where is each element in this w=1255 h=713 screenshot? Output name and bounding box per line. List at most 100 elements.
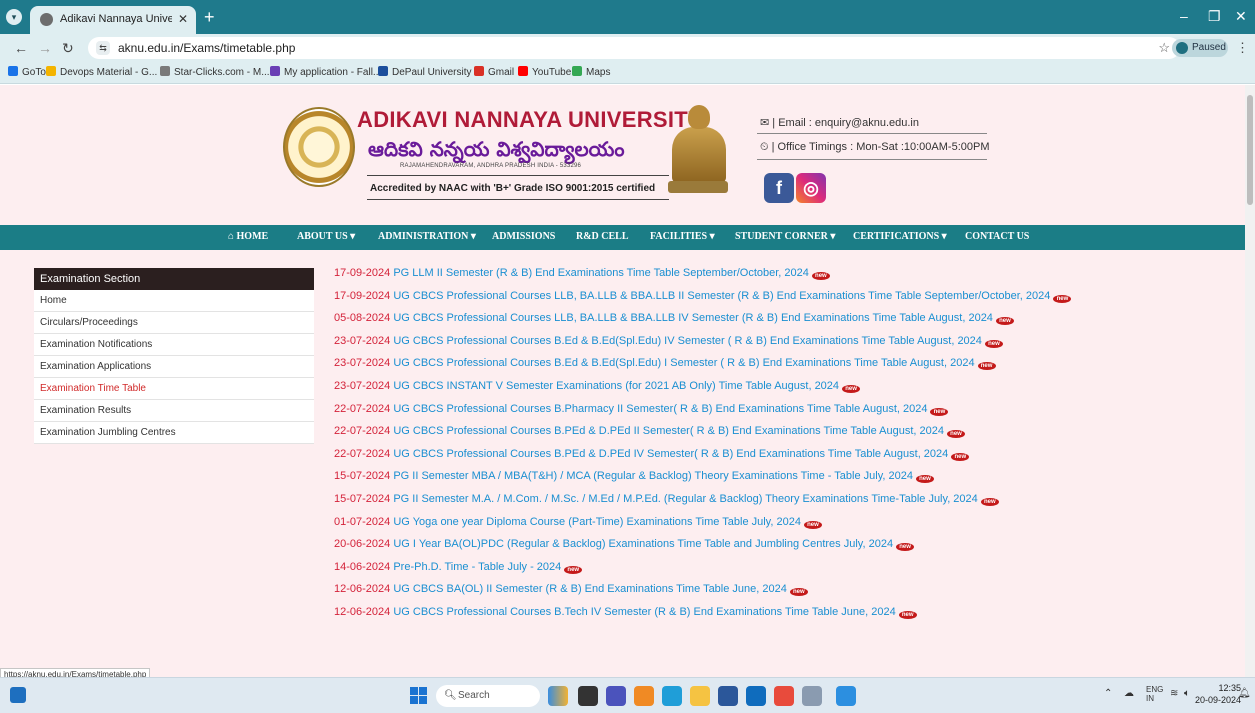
back-icon[interactable]: ← (14, 40, 28, 56)
edge-icon[interactable] (662, 686, 682, 706)
notification-bell-icon[interactable]: 🔔︎ (1238, 688, 1251, 699)
timetable-link[interactable]: UG CBCS Professional Courses B.Ed & B.Ed… (393, 335, 982, 347)
minimize-icon[interactable]: – (1180, 8, 1188, 24)
taskbar-app-icon[interactable] (802, 686, 822, 706)
nav-admissions[interactable]: ADMISSIONS (492, 231, 555, 242)
mail-icon[interactable] (746, 686, 766, 706)
nav-administration[interactable]: ADMINISTRATION ▾ (378, 231, 476, 242)
timetable-link[interactable]: PG II Semester MBA / MBA(T&H) / MCA (Reg… (393, 470, 913, 482)
nav-student-corner[interactable]: STUDENT CORNER ▾ (735, 231, 835, 242)
list-item[interactable]: 23-07-2024 UG CBCS Professional Courses … (334, 335, 1234, 358)
browser-tab[interactable]: Adikavi Nannaya University | Ra ✕ (30, 6, 196, 34)
teams-icon[interactable] (606, 686, 626, 706)
clock-date: 20-09-2024 (1195, 695, 1242, 705)
timetable-link[interactable]: UG CBCS Professional Courses LLB, BA.LLB… (393, 312, 993, 324)
paused-label: Paused (1192, 42, 1226, 53)
forward-icon[interactable]: → (38, 40, 52, 56)
bookmark-youtube[interactable]: YouTube (518, 66, 571, 78)
close-tab-icon[interactable]: ✕ (178, 12, 188, 26)
list-item[interactable]: 22-07-2024 UG CBCS Professional Courses … (334, 425, 1234, 448)
page-scrollbar[interactable] (1245, 85, 1255, 677)
menu-kebab-icon[interactable]: ⋮ (1236, 40, 1249, 56)
timetable-link[interactable]: PG LLM II Semester (R & B) End Examinati… (393, 267, 809, 279)
taskbar-app-icon[interactable] (634, 686, 654, 706)
list-item[interactable]: 17-09-2024 PG LLM II Semester (R & B) En… (334, 267, 1234, 290)
timetable-link[interactable]: UG CBCS Professional Courses B.Tech IV S… (393, 606, 895, 618)
timetable-link[interactable]: UG I Year BA(OL)PDC (Regular & Backlog) … (393, 538, 893, 550)
clock[interactable]: 12:35 20-09-2024 (1195, 682, 1241, 706)
wifi-icon[interactable]: ≋ (1170, 688, 1178, 699)
nav-contact-us[interactable]: CONTACT US (965, 231, 1029, 242)
reload-icon[interactable]: ↻ (62, 40, 74, 57)
bookmark-star-icon[interactable]: ☆ (1158, 40, 1170, 56)
sidebar-item-results[interactable]: Examination Results (34, 400, 314, 422)
timetable-link[interactable]: Pre-Ph.D. Time - Table July - 2024 (393, 561, 561, 573)
nav-rd-cell[interactable]: R&D CELL (576, 231, 629, 242)
bookmark-depaul[interactable]: DePaul University (378, 66, 471, 78)
scrollbar-thumb[interactable] (1247, 95, 1253, 205)
site-favicon-icon (40, 13, 53, 26)
timetable-link[interactable]: UG CBCS Professional Courses B.Ed & B.Ed… (393, 357, 974, 369)
list-item[interactable]: 20-06-2024 UG I Year BA(OL)PDC (Regular … (334, 538, 1234, 561)
store-icon[interactable] (718, 686, 738, 706)
sidebar-item-time-table[interactable]: Examination Time Table (34, 378, 314, 400)
bookmark-application[interactable]: My application - Fall... (270, 66, 381, 78)
sidebar-item-circulars[interactable]: Circulars/Proceedings (34, 312, 314, 334)
timetable-link[interactable]: UG Yoga one year Diploma Course (Part-Ti… (393, 516, 801, 528)
sidebar-item-home[interactable]: Home (34, 290, 314, 312)
timetable-link[interactable]: UG CBCS BA(OL) II Semester (R & B) End E… (393, 583, 787, 595)
instagram-icon[interactable]: ◎ (796, 173, 826, 203)
task-view-icon[interactable] (578, 686, 598, 706)
timetable-link[interactable]: UG CBCS Professional Courses B.PEd & D.P… (393, 448, 948, 460)
list-item[interactable]: 05-08-2024 UG CBCS Professional Courses … (334, 312, 1234, 335)
chevron-up-icon[interactable]: ⌃ (1104, 688, 1112, 699)
language-indicator[interactable]: ENG IN (1146, 685, 1163, 703)
timetable-link[interactable]: PG II Semester M.A. / M.Com. / M.Sc. / M… (393, 493, 977, 505)
profile-paused-button[interactable]: Paused (1172, 39, 1228, 57)
list-item[interactable]: 22-07-2024 UG CBCS Professional Courses … (334, 403, 1234, 426)
site-info-icon[interactable]: ⇆ (96, 41, 110, 55)
bookmark-starclicks[interactable]: Star-Clicks.com - M... (160, 66, 270, 78)
list-item[interactable]: 17-09-2024 UG CBCS Professional Courses … (334, 290, 1234, 313)
timetable-link[interactable]: UG CBCS Professional Courses B.Pharmacy … (393, 403, 927, 415)
onedrive-icon[interactable]: ☁ (1124, 688, 1134, 699)
nav-facilities[interactable]: FACILITIES ▾ (650, 231, 715, 242)
taskbar-search-input[interactable]: 🔍︎ Search (436, 685, 540, 707)
sidebar-item-applications[interactable]: Examination Applications (34, 356, 314, 378)
close-window-icon[interactable]: ✕ (1235, 8, 1247, 25)
bookmark-maps[interactable]: Maps (572, 66, 610, 78)
url-input[interactable]: ⇆ aknu.edu.in/Exams/timetable.php ☆ (88, 37, 1180, 59)
list-item[interactable]: 01-07-2024 UG Yoga one year Diploma Cour… (334, 516, 1234, 539)
bookmark-goto[interactable]: GoTo (8, 66, 46, 78)
bookmark-devops[interactable]: Devops Material - G... (46, 66, 157, 78)
list-item[interactable]: 12-06-2024 UG CBCS Professional Courses … (334, 606, 1234, 629)
list-item[interactable]: 23-07-2024 UG CBCS INSTANT V Semester Ex… (334, 380, 1234, 403)
list-item[interactable]: 22-07-2024 UG CBCS Professional Courses … (334, 448, 1234, 471)
sidebar-item-notifications[interactable]: Examination Notifications (34, 334, 314, 356)
volume-icon[interactable]: 🔈︎ (1184, 688, 1190, 699)
bookmark-gmail[interactable]: Gmail (474, 66, 514, 78)
nav-home[interactable]: ⌂ HOME (228, 231, 268, 242)
chrome-active-icon[interactable] (836, 686, 856, 706)
nav-about-us[interactable]: ABOUT US ▾ (297, 231, 355, 242)
start-menu-icon[interactable] (410, 687, 427, 704)
facebook-icon[interactable]: f (764, 173, 794, 203)
list-item[interactable]: 23-07-2024 UG CBCS Professional Courses … (334, 357, 1234, 380)
taskbar-app-icon[interactable] (548, 686, 568, 706)
list-item[interactable]: 12-06-2024 UG CBCS BA(OL) II Semester (R… (334, 583, 1234, 606)
list-item[interactable]: 15-07-2024 PG II Semester MBA / MBA(T&H)… (334, 470, 1234, 493)
list-item[interactable]: 14-06-2024 Pre-Ph.D. Time - Table July -… (334, 561, 1234, 584)
timetable-link[interactable]: UG CBCS INSTANT V Semester Examinations … (393, 380, 839, 392)
list-item[interactable]: 15-07-2024 PG II Semester M.A. / M.Com. … (334, 493, 1234, 516)
nav-certifications[interactable]: CERTIFICATIONS ▾ (853, 231, 947, 242)
chrome-icon[interactable] (774, 686, 794, 706)
bookmark-label: Gmail (488, 67, 515, 78)
tab-search-icon[interactable]: ▾ (6, 9, 22, 25)
timetable-link[interactable]: UG CBCS Professional Courses B.PEd & D.P… (393, 425, 944, 437)
widgets-icon[interactable] (10, 687, 26, 703)
timetable-link[interactable]: UG CBCS Professional Courses LLB, BA.LLB… (393, 290, 1050, 302)
restore-icon[interactable]: ❐ (1208, 8, 1221, 25)
file-explorer-icon[interactable] (690, 686, 710, 706)
sidebar-item-jumbling-centres[interactable]: Examination Jumbling Centres (34, 422, 314, 444)
new-tab-icon[interactable]: + (204, 7, 215, 28)
